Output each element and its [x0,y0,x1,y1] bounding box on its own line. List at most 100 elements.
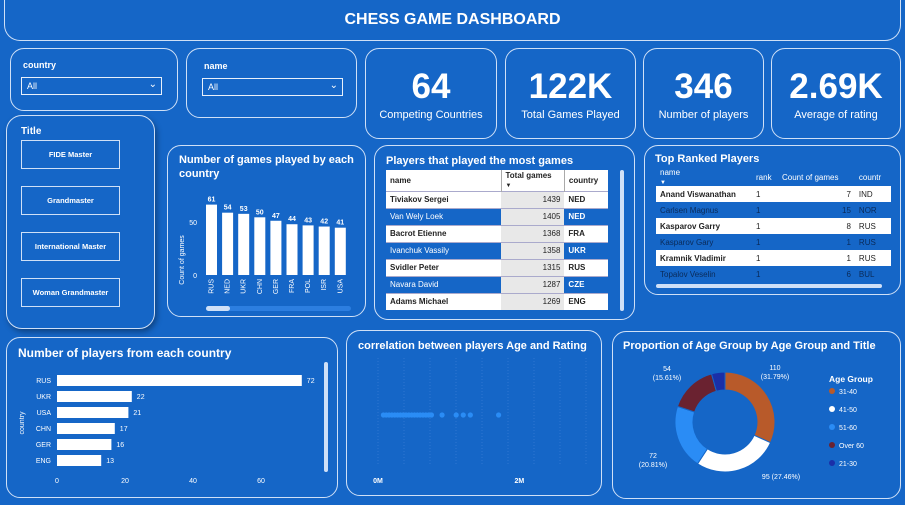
bar-ukr[interactable] [57,391,132,402]
cell-rank: 1 [752,250,778,266]
table-row[interactable]: Navara David 1287 CZE [386,275,608,293]
legend-item-label[interactable]: Over 60 [839,443,864,450]
cell-total-games: 1368 [501,224,565,242]
bar-fra[interactable] [286,224,298,275]
donut-slice-31-40[interactable] [724,371,776,444]
cell-country: FRA [564,224,608,242]
column-header-total-games[interactable]: Total games ▼ [500,170,565,191]
cell-name: Kasparov Garry [656,218,752,234]
donut-slice-41-50[interactable] [696,434,772,473]
bar-chn[interactable] [57,423,115,434]
data-label: 16 [116,442,124,449]
cell-rank: 1 [752,186,778,202]
bar-isr[interactable] [318,226,330,275]
bar-usa[interactable] [334,227,346,275]
column-header-name[interactable]: name [386,170,501,191]
bar-usa[interactable] [57,407,129,418]
cell-country: BUL [854,266,891,282]
title-option-woman-grandmaster[interactable]: Woman Grandmaster [21,278,120,307]
kpi-label: Competing Countries [379,108,483,121]
top-ranked-table-wrap: name ▼ rank Count of games countr Anand V… [656,168,891,282]
table-row[interactable]: Tiviakov Sergei 1439 NED [386,190,608,208]
y-tick-label: USA [37,410,52,417]
bar-pol[interactable] [302,225,314,275]
column-header-rank[interactable]: rank [752,168,778,186]
title-option-grandmaster[interactable]: Grandmaster [21,186,120,215]
cell-total-games: 1405 [501,207,565,225]
data-label: 44 [288,216,296,223]
title-slicer-label: Title [21,126,42,137]
legend-item-label[interactable]: 31-40 [839,389,857,396]
bar-eng[interactable] [57,455,102,466]
bar-ukr[interactable] [238,213,250,275]
scatter-point[interactable] [453,412,459,418]
legend-item-label[interactable]: 51-60 [839,425,857,432]
column-header-country[interactable]: countr [855,168,891,186]
legend-swatch [829,424,835,430]
cell-name: Ivanchuk Vassily [386,241,501,259]
kpi-label: Number of players [658,108,749,121]
x-tick-label: 40 [189,478,197,485]
scatter-point[interactable] [439,412,445,418]
bar-rus[interactable] [57,375,302,386]
data-label: 43 [304,217,312,224]
bar-ned[interactable] [222,212,234,275]
name-dropdown-value: All [208,82,219,92]
age-group-donut-chart: Age Group 110 (31.79%) 95 (27.46%) 72 (20.81… [639,365,873,481]
bar-ger[interactable] [57,439,112,450]
cell-country: RUS [854,250,891,266]
dashboard-title: CHESS GAME DASHBOARD [344,11,561,28]
scatter-point[interactable] [467,412,473,418]
cell-country: NED [564,190,608,208]
title-option-fide-master[interactable]: FIDE Master [21,140,120,169]
table-row[interactable]: Carlsen Magnus 1 15 NOR [656,202,891,218]
table-row[interactable]: Kasparov Gary 1 1 RUS [656,234,891,250]
bar-ger[interactable] [270,220,282,275]
legend-item-label[interactable]: 41-50 [839,407,857,414]
scrollbar-thumb[interactable] [206,306,230,311]
cell-country: RUS [854,234,891,250]
name-slicer: name All ⌄ [186,48,357,118]
vertical-scrollbar[interactable] [620,170,624,311]
donut-slice-51-60[interactable] [674,405,709,465]
chevron-down-icon: ⌄ [148,79,157,90]
table-row[interactable]: Ivanchuk Vassily 1358 UKR [386,241,608,259]
slice-value-label: 54 [663,366,671,373]
table-row[interactable]: Anand Viswanathan 1 7 IND [656,186,891,202]
y-tick-label: RUS [36,378,51,385]
donut-slice-over-60[interactable] [676,373,718,413]
y-tick-label: UKR [36,394,51,401]
column-header-country[interactable]: country [563,170,608,191]
column-header-name[interactable]: name ▼ [656,168,752,186]
country-slicer-label: country [23,60,57,70]
table-row[interactable]: Adams Michael 1269 ENG [386,292,608,310]
cell-country: RUS [854,218,891,234]
table-row[interactable]: Kramnik Vladimir 1 1 RUS [656,250,891,266]
legend-swatch [829,406,835,412]
horizontal-scrollbar[interactable] [656,284,882,288]
scatter-point[interactable] [428,412,435,418]
country-slicer: country All ⌄ [10,48,178,111]
table-row[interactable]: Svidler Peter 1315 RUS [386,258,608,276]
vertical-scrollbar[interactable] [324,362,328,472]
y-tick-50: 50 [189,220,197,227]
name-dropdown[interactable]: All ⌄ [202,78,343,96]
title-option-international-master[interactable]: International Master [21,232,120,261]
table-title: Players that played the most games [386,155,574,167]
scatter-point[interactable] [460,412,466,418]
cell-name: Kramnik Vladimir [656,250,752,266]
data-label: 54 [224,205,232,212]
column-header-count[interactable]: Count of games [778,168,855,186]
bar-chn[interactable] [254,217,266,275]
kpi-label: Total Games Played [521,108,620,121]
scatter-point[interactable] [496,412,502,418]
cell-name: Bacrot Etienne [386,224,501,242]
table-row[interactable]: Van Wely Loek 1405 NED [386,207,608,225]
bar-rus[interactable] [206,204,217,275]
title-slicer: Title FIDE Master Grandmaster Internatio… [6,115,155,329]
country-dropdown[interactable]: All ⌄ [21,77,162,95]
table-row[interactable]: Topalov Veselin 1 6 BUL [656,266,891,282]
legend-item-label[interactable]: 21-30 [839,461,857,468]
table-row[interactable]: Kasparov Garry 1 8 RUS [656,218,891,234]
table-row[interactable]: Bacrot Etienne 1368 FRA [386,224,608,242]
